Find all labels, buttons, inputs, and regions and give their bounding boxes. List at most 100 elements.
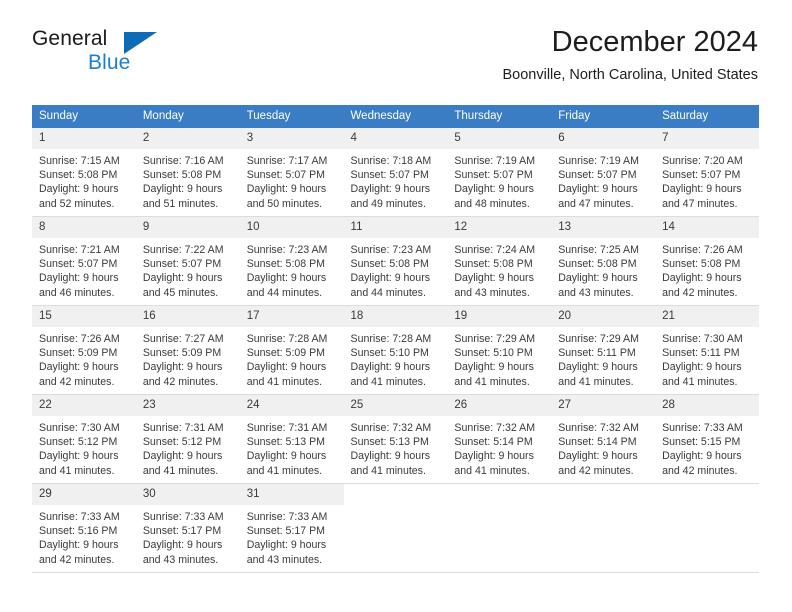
daylight-line1: Daylight: 9 hours xyxy=(39,539,119,552)
sunrise-text: Sunrise: 7:33 AM xyxy=(39,511,120,523)
day-cell[interactable]: 27 Sunrise: 7:32 AM Sunset: 5:14 PM Dayl… xyxy=(551,394,656,484)
day-cell[interactable]: 7 Sunrise: 7:20 AM Sunset: 5:07 PM Dayli… xyxy=(655,127,759,217)
day-number xyxy=(655,484,759,505)
sunrise-text: Sunrise: 7:26 AM xyxy=(39,333,120,345)
daylight-line1: Daylight: 9 hours xyxy=(350,272,431,285)
day-number: 17 xyxy=(239,306,344,327)
sunset-text: Sunset: 5:10 PM xyxy=(454,347,533,360)
daylight-line1: Daylight: 9 hours xyxy=(246,361,327,374)
day-cell[interactable]: 6 Sunrise: 7:19 AM Sunset: 5:07 PM Dayli… xyxy=(551,127,656,217)
day-number: 4 xyxy=(343,128,448,149)
day-cell[interactable]: 17 Sunrise: 7:28 AM Sunset: 5:09 PM Dayl… xyxy=(239,305,344,395)
sunrise-text: Sunrise: 7:28 AM xyxy=(246,333,328,345)
day-cell-empty xyxy=(551,483,656,573)
title-block: December 2024 Boonville, North Carolina,… xyxy=(503,24,759,84)
day-cell[interactable]: 3 Sunrise: 7:17 AM Sunset: 5:07 PM Dayli… xyxy=(239,127,344,217)
daylight-line2: and 43 minutes. xyxy=(246,553,323,566)
day-cell[interactable]: 28 Sunrise: 7:33 AM Sunset: 5:15 PM Dayl… xyxy=(655,394,759,484)
sunrise-text: Sunrise: 7:30 AM xyxy=(39,422,120,434)
weekday-header-tuesday: Tuesday xyxy=(239,105,344,128)
day-cell[interactable]: 16 Sunrise: 7:27 AM Sunset: 5:09 PM Dayl… xyxy=(135,305,240,395)
sunrise-text: Sunrise: 7:25 AM xyxy=(558,244,639,256)
daylight-line2: and 41 minutes. xyxy=(246,464,323,477)
day-number: 19 xyxy=(447,306,552,327)
daylight-line2: and 49 minutes. xyxy=(350,197,426,210)
day-cell[interactable]: 9 Sunrise: 7:22 AM Sunset: 5:07 PM Dayli… xyxy=(135,216,240,306)
sunset-text: Sunset: 5:08 PM xyxy=(142,169,222,182)
daylight-line1: Daylight: 9 hours xyxy=(142,183,223,196)
day-cell[interactable]: 26 Sunrise: 7:32 AM Sunset: 5:14 PM Dayl… xyxy=(447,394,552,484)
day-cell[interactable]: 4 Sunrise: 7:18 AM Sunset: 5:07 PM Dayli… xyxy=(343,127,448,217)
calendar-page: General Blue December 2024 Boonville, No… xyxy=(0,0,792,612)
daylight-line1: Daylight: 9 hours xyxy=(454,272,534,285)
day-number: 28 xyxy=(655,395,759,416)
sunset-text: Sunset: 5:09 PM xyxy=(246,347,326,360)
day-cell[interactable]: 11 Sunrise: 7:23 AM Sunset: 5:08 PM Dayl… xyxy=(343,216,448,306)
day-number: 10 xyxy=(239,217,344,238)
day-details: Sunrise: 7:24 AM Sunset: 5:08 PM Dayligh… xyxy=(447,238,551,300)
day-cell[interactable]: 23 Sunrise: 7:31 AM Sunset: 5:12 PM Dayl… xyxy=(135,394,240,484)
day-cell[interactable]: 30 Sunrise: 7:33 AM Sunset: 5:17 PM Dayl… xyxy=(135,483,240,573)
week-row: 22 Sunrise: 7:30 AM Sunset: 5:12 PM Dayl… xyxy=(32,394,759,484)
daylight-line2: and 41 minutes. xyxy=(39,464,115,477)
day-details: Sunrise: 7:15 AM Sunset: 5:08 PM Dayligh… xyxy=(32,149,136,211)
day-cell[interactable]: 21 Sunrise: 7:30 AM Sunset: 5:11 PM Dayl… xyxy=(655,305,759,395)
day-number: 12 xyxy=(447,217,552,238)
sunset-text: Sunset: 5:07 PM xyxy=(454,169,533,182)
day-cell[interactable]: 5 Sunrise: 7:19 AM Sunset: 5:07 PM Dayli… xyxy=(447,127,552,217)
daylight-line2: and 47 minutes. xyxy=(662,197,738,210)
sunrise-text: Sunrise: 7:27 AM xyxy=(142,333,224,345)
sunset-text: Sunset: 5:17 PM xyxy=(142,525,222,538)
daylight-line1: Daylight: 9 hours xyxy=(558,183,638,196)
sunset-text: Sunset: 5:09 PM xyxy=(39,347,118,360)
sunset-text: Sunset: 5:13 PM xyxy=(350,436,429,449)
day-cell[interactable]: 8 Sunrise: 7:21 AM Sunset: 5:07 PM Dayli… xyxy=(32,216,136,306)
day-number: 13 xyxy=(551,217,656,238)
day-number: 30 xyxy=(135,484,240,505)
day-number: 9 xyxy=(135,217,240,238)
day-cell[interactable]: 31 Sunrise: 7:33 AM Sunset: 5:17 PM Dayl… xyxy=(239,483,344,573)
day-number: 6 xyxy=(551,128,656,149)
sunrise-text: Sunrise: 7:30 AM xyxy=(662,333,743,345)
day-cell[interactable]: 15 Sunrise: 7:26 AM Sunset: 5:09 PM Dayl… xyxy=(32,305,136,395)
sunrise-text: Sunrise: 7:18 AM xyxy=(350,155,432,167)
daylight-line1: Daylight: 9 hours xyxy=(662,450,742,463)
day-cell[interactable]: 24 Sunrise: 7:31 AM Sunset: 5:13 PM Dayl… xyxy=(239,394,344,484)
daylight-line1: Daylight: 9 hours xyxy=(142,361,223,374)
day-number: 26 xyxy=(447,395,552,416)
day-number: 5 xyxy=(447,128,552,149)
day-cell[interactable]: 1 Sunrise: 7:15 AM Sunset: 5:08 PM Dayli… xyxy=(32,127,136,217)
calendar-header-row: Sunday Monday Tuesday Wednesday Thursday… xyxy=(32,105,759,128)
day-details: Sunrise: 7:17 AM Sunset: 5:07 PM Dayligh… xyxy=(240,149,344,211)
daylight-line2: and 41 minutes. xyxy=(246,375,323,388)
day-cell[interactable]: 19 Sunrise: 7:29 AM Sunset: 5:10 PM Dayl… xyxy=(447,305,552,395)
sunset-text: Sunset: 5:08 PM xyxy=(39,169,118,182)
daylight-line1: Daylight: 9 hours xyxy=(39,183,119,196)
day-details: Sunrise: 7:33 AM Sunset: 5:15 PM Dayligh… xyxy=(655,416,759,478)
day-cell[interactable]: 18 Sunrise: 7:28 AM Sunset: 5:10 PM Dayl… xyxy=(343,305,448,395)
day-cell[interactable]: 14 Sunrise: 7:26 AM Sunset: 5:08 PM Dayl… xyxy=(655,216,759,306)
day-cell[interactable]: 25 Sunrise: 7:32 AM Sunset: 5:13 PM Dayl… xyxy=(343,394,448,484)
day-cell[interactable]: 12 Sunrise: 7:24 AM Sunset: 5:08 PM Dayl… xyxy=(447,216,552,306)
sunset-text: Sunset: 5:07 PM xyxy=(558,169,637,182)
sunrise-text: Sunrise: 7:33 AM xyxy=(142,511,224,523)
day-cell[interactable]: 29 Sunrise: 7:33 AM Sunset: 5:16 PM Dayl… xyxy=(32,483,136,573)
day-number: 1 xyxy=(32,128,136,149)
daylight-line1: Daylight: 9 hours xyxy=(558,272,638,285)
day-cell[interactable]: 22 Sunrise: 7:30 AM Sunset: 5:12 PM Dayl… xyxy=(32,394,136,484)
brand-logo[interactable]: General Blue xyxy=(32,26,242,86)
day-cell[interactable]: 2 Sunrise: 7:16 AM Sunset: 5:08 PM Dayli… xyxy=(135,127,240,217)
daylight-line2: and 45 minutes. xyxy=(142,286,219,299)
daylight-line1: Daylight: 9 hours xyxy=(454,183,534,196)
day-cell[interactable]: 20 Sunrise: 7:29 AM Sunset: 5:11 PM Dayl… xyxy=(551,305,656,395)
day-cell-empty xyxy=(655,483,759,573)
day-details: Sunrise: 7:30 AM Sunset: 5:12 PM Dayligh… xyxy=(32,416,136,478)
day-details: Sunrise: 7:31 AM Sunset: 5:12 PM Dayligh… xyxy=(136,416,240,478)
sunrise-text: Sunrise: 7:16 AM xyxy=(142,155,224,167)
weekday-header-monday: Monday xyxy=(135,105,240,128)
day-details: Sunrise: 7:32 AM Sunset: 5:14 PM Dayligh… xyxy=(551,416,655,478)
day-cell[interactable]: 10 Sunrise: 7:23 AM Sunset: 5:08 PM Dayl… xyxy=(239,216,344,306)
sunset-text: Sunset: 5:07 PM xyxy=(662,169,741,182)
day-cell[interactable]: 13 Sunrise: 7:25 AM Sunset: 5:08 PM Dayl… xyxy=(551,216,656,306)
daylight-line1: Daylight: 9 hours xyxy=(39,361,119,374)
